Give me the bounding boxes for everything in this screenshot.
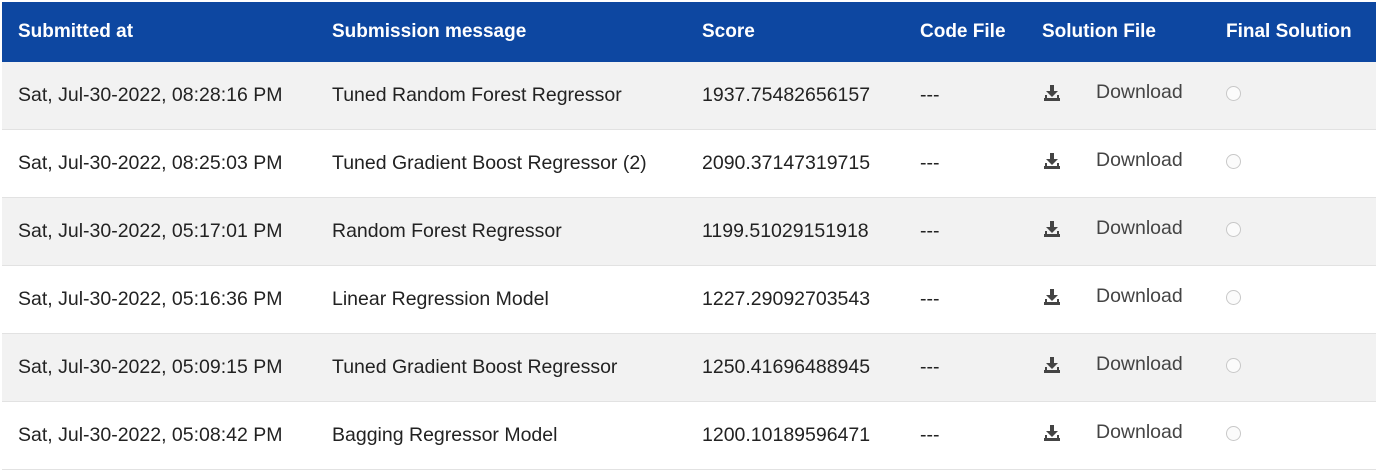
- download-link[interactable]: Download: [1096, 81, 1183, 104]
- final-solution-cell: [1210, 152, 1376, 175]
- submission-message-cell: Linear Regression Model: [332, 288, 549, 310]
- solution-file-cell: Download: [1026, 353, 1210, 376]
- final-solution-radio[interactable]: [1226, 154, 1241, 169]
- header-solution-file: Solution File: [1042, 21, 1156, 42]
- table-row: Sat, Jul-30-2022, 08:25:03 PM Tuned Grad…: [2, 130, 1376, 198]
- final-solution-cell: [1210, 356, 1376, 379]
- submitted-at-cell: Sat, Jul-30-2022, 05:17:01 PM: [18, 220, 283, 242]
- solution-file-cell: Download: [1026, 285, 1210, 308]
- submitted-at-cell: Sat, Jul-30-2022, 05:08:42 PM: [18, 424, 283, 446]
- download-link[interactable]: Download: [1096, 285, 1183, 308]
- submitted-at-cell: Sat, Jul-30-2022, 08:25:03 PM: [18, 152, 283, 174]
- final-solution-radio[interactable]: [1226, 222, 1241, 237]
- table-header: Submitted at Submission message Score Co…: [2, 2, 1376, 62]
- submission-message-cell: Random Forest Regressor: [332, 220, 562, 242]
- table-row: Sat, Jul-30-2022, 05:17:01 PM Random For…: [2, 198, 1376, 266]
- table-row: Sat, Jul-30-2022, 05:16:36 PM Linear Reg…: [2, 266, 1376, 334]
- download-icon[interactable]: [1042, 151, 1062, 171]
- download-icon[interactable]: [1042, 287, 1062, 307]
- download-icon[interactable]: [1042, 219, 1062, 239]
- code-file-cell: ---: [920, 84, 940, 106]
- submission-message-cell: Tuned Gradient Boost Regressor: [332, 356, 618, 378]
- submitted-at-cell: Sat, Jul-30-2022, 05:16:36 PM: [18, 288, 283, 310]
- download-icon[interactable]: [1042, 355, 1062, 375]
- submission-message-cell: Tuned Random Forest Regressor: [332, 84, 622, 106]
- table-row: Sat, Jul-30-2022, 05:09:15 PM Tuned Grad…: [2, 334, 1376, 402]
- final-solution-radio[interactable]: [1226, 86, 1241, 101]
- header-final-solution: Final Solution: [1226, 21, 1352, 42]
- score-cell: 1937.75482656157: [702, 84, 871, 106]
- submitted-at-cell: Sat, Jul-30-2022, 08:28:16 PM: [18, 84, 283, 106]
- final-solution-radio[interactable]: [1226, 426, 1241, 441]
- download-icon[interactable]: [1042, 83, 1062, 103]
- download-icon[interactable]: [1042, 423, 1062, 443]
- score-cell: 1199.51029151918: [702, 220, 869, 242]
- final-solution-cell: [1210, 220, 1376, 243]
- final-solution-cell: [1210, 288, 1376, 311]
- submitted-at-cell: Sat, Jul-30-2022, 05:09:15 PM: [18, 356, 283, 378]
- score-cell: 2090.37147319715: [702, 152, 871, 174]
- header-submission-message: Submission message: [332, 21, 527, 42]
- solution-file-cell: Download: [1026, 217, 1210, 240]
- table-row: Sat, Jul-30-2022, 08:28:16 PM Tuned Rand…: [2, 62, 1376, 130]
- solution-file-cell: Download: [1026, 421, 1210, 444]
- code-file-cell: ---: [920, 424, 940, 446]
- score-cell: 1250.41696488945: [702, 356, 871, 378]
- header-score: Score: [702, 21, 755, 42]
- solution-file-cell: Download: [1026, 81, 1210, 104]
- header-submitted-at: Submitted at: [18, 21, 134, 42]
- final-solution-cell: [1210, 424, 1376, 447]
- submission-message-cell: Bagging Regressor Model: [332, 424, 558, 446]
- submission-message-cell: Tuned Gradient Boost Regressor (2): [332, 152, 647, 174]
- download-link[interactable]: Download: [1096, 421, 1183, 444]
- header-code-file: Code File: [920, 21, 1006, 42]
- download-link[interactable]: Download: [1096, 353, 1183, 376]
- table-row: Sat, Jul-30-2022, 05:08:42 PM Bagging Re…: [2, 402, 1376, 470]
- score-cell: 1227.29092703543: [702, 288, 871, 310]
- code-file-cell: ---: [920, 288, 940, 310]
- table-body: Sat, Jul-30-2022, 08:28:16 PM Tuned Rand…: [2, 62, 1376, 470]
- score-cell: 1200.10189596471: [702, 424, 871, 446]
- code-file-cell: ---: [920, 356, 940, 378]
- download-link[interactable]: Download: [1096, 217, 1183, 240]
- code-file-cell: ---: [920, 220, 940, 242]
- code-file-cell: ---: [920, 152, 940, 174]
- solution-file-cell: Download: [1026, 149, 1210, 172]
- final-solution-radio[interactable]: [1226, 358, 1241, 373]
- submissions-table: Submitted at Submission message Score Co…: [2, 2, 1376, 470]
- download-link[interactable]: Download: [1096, 149, 1183, 172]
- final-solution-radio[interactable]: [1226, 290, 1241, 305]
- final-solution-cell: [1210, 84, 1376, 107]
